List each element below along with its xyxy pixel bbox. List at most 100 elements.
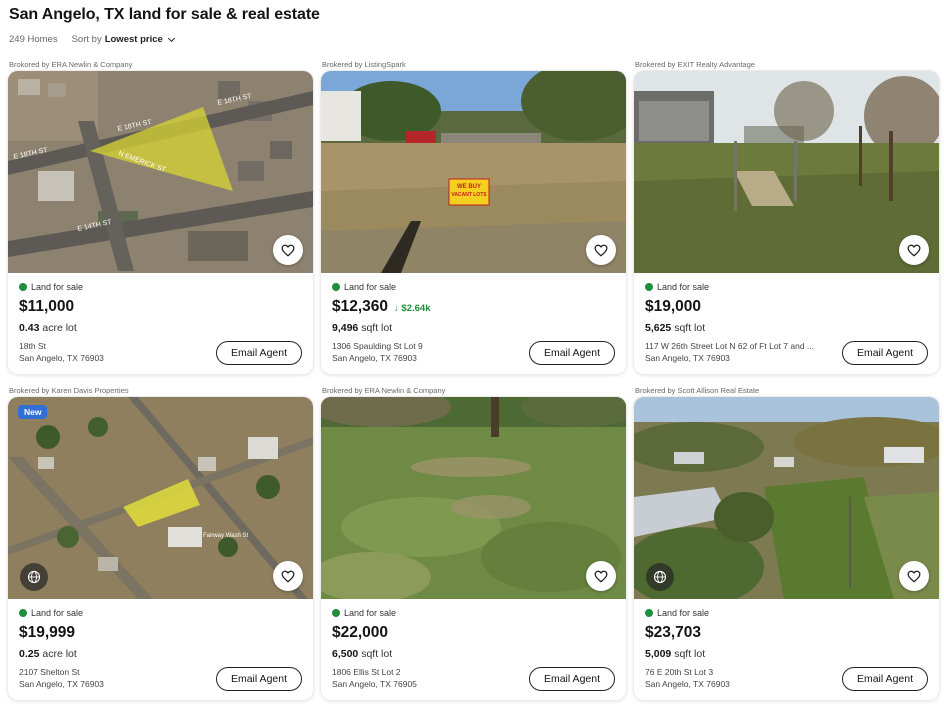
broker-label: Brokered by ERA Newlin & Company xyxy=(322,386,446,395)
listing-info: Land for sale $22,000 6,500 sqft lot 180… xyxy=(321,599,626,700)
broker-label: Brokered by Karen Davis Properties xyxy=(9,386,129,395)
favorite-button[interactable] xyxy=(273,235,303,265)
status-label: Land for sale xyxy=(31,608,84,618)
email-agent-button[interactable]: Email Agent xyxy=(529,341,615,365)
heart-outline-icon xyxy=(594,244,608,256)
favorite-button[interactable] xyxy=(586,235,616,265)
lot-value: 5,009 xyxy=(645,648,672,660)
address-line-1[interactable]: 18th St xyxy=(19,340,201,352)
address-line-1[interactable]: 2107 Shelton St xyxy=(19,666,201,678)
heart-outline-icon xyxy=(907,570,921,582)
listing-grid: Brokored by ERA Newlin & Company E 18TH … xyxy=(8,58,939,700)
drone-neighborhood-photo xyxy=(634,397,939,599)
lot-unit: sqft lot xyxy=(361,648,393,660)
price-row: $19,000 xyxy=(645,298,928,316)
sort-dropdown[interactable]: Sort by Lowest price xyxy=(71,34,175,45)
sign-line: WE BUY xyxy=(457,184,481,190)
address-line-1[interactable]: 76 E 20th St Lot 3 xyxy=(645,666,827,678)
lot-value: 6,500 xyxy=(332,648,359,660)
address-line-2[interactable]: San Angelo, TX 76903 xyxy=(19,352,201,364)
status-label: Land for sale xyxy=(344,608,397,618)
page-title: San Angelo, TX land for sale & real esta… xyxy=(9,6,320,23)
aerial-parcel-photo: Fairway Wash St xyxy=(8,397,313,599)
green-dot-icon xyxy=(19,283,27,291)
globe-button[interactable] xyxy=(20,563,48,591)
lot-size: 6,500 sqft lot xyxy=(332,648,615,660)
status-label: Land for sale xyxy=(657,282,710,292)
lot-size: 0.43 acre lot xyxy=(19,322,302,334)
listing-status: Land for sale xyxy=(645,607,928,619)
listing-price: $11,000 xyxy=(19,298,75,315)
listing-card[interactable]: E 18TH ST E 18TH ST E 18TH ST N EMERICK … xyxy=(8,71,313,374)
email-agent-button[interactable]: Email Agent xyxy=(216,341,302,365)
listing-status: Land for sale xyxy=(19,607,302,619)
address-line-1[interactable]: 117 W 26th Street Lot N 62 of Ft Lot 7 a… xyxy=(645,340,827,352)
status-label: Land for sale xyxy=(31,282,84,292)
listing-photo[interactable]: E 18TH ST E 18TH ST E 18TH ST N EMERICK … xyxy=(8,71,313,273)
listing-photo[interactable] xyxy=(634,397,939,599)
lot-value: 5,625 xyxy=(645,322,672,334)
listing-price: $19,999 xyxy=(19,624,76,641)
favorite-button[interactable] xyxy=(899,561,929,591)
listing-card[interactable]: Fairway Wash St New Land for sale $19,99… xyxy=(8,397,313,700)
lot-size: 0.25 acre lot xyxy=(19,648,302,660)
heart-outline-icon xyxy=(281,244,295,256)
lot-unit: sqft lot xyxy=(361,322,393,334)
address-line-2[interactable]: San Angelo, TX 76903 xyxy=(645,352,827,364)
lot-unit: sqft lot xyxy=(674,648,706,660)
heart-outline-icon xyxy=(907,244,921,256)
green-dot-icon xyxy=(332,283,340,291)
listing-photo[interactable] xyxy=(321,397,626,599)
globe-icon xyxy=(27,570,41,584)
sort-value: Lowest price xyxy=(104,34,163,45)
address-line-2[interactable]: San Angelo, TX 76903 xyxy=(332,352,514,364)
listing-price: $12,360 xyxy=(332,298,389,315)
listing-price: $19,000 xyxy=(645,298,702,315)
listing-photo[interactable]: Fairway Wash St New xyxy=(8,397,313,599)
lot-size: 5,625 sqft lot xyxy=(645,322,928,334)
email-agent-button[interactable]: Email Agent xyxy=(216,667,302,691)
price-row: $11,000 xyxy=(19,298,302,316)
listing-info: Land for sale $19,999 0.25 acre lot 2107… xyxy=(8,599,313,700)
sort-label: Sort by xyxy=(71,34,102,45)
price-row: $22,000 xyxy=(332,624,615,642)
green-dot-icon xyxy=(332,609,340,617)
lot-unit: acre lot xyxy=(42,648,77,660)
listing-photo[interactable]: WE BUY VACANT LOTS xyxy=(321,71,626,273)
listing-card[interactable]: WE BUY VACANT LOTS Land for sale $12,360… xyxy=(321,71,626,374)
price-row: $19,999 xyxy=(19,624,302,642)
address-line-2[interactable]: San Angelo, TX 76903 xyxy=(645,678,827,690)
heart-outline-icon xyxy=(594,570,608,582)
email-agent-button[interactable]: Email Agent xyxy=(842,341,928,365)
address-line-1[interactable]: 1806 Ellis St Lot 2 xyxy=(332,666,514,678)
email-agent-button[interactable]: Email Agent xyxy=(529,667,615,691)
listing-cell: Brokered by Scott Allison Real Estate La… xyxy=(634,384,939,700)
results-count: 249 Homes xyxy=(9,34,58,45)
price-row: $12,360 ↓ $2.64k xyxy=(332,298,615,316)
favorite-button[interactable] xyxy=(899,235,929,265)
address-line-1[interactable]: 1306 Spaulding St Lot 9 xyxy=(332,340,514,352)
listing-card[interactable]: Land for sale $22,000 6,500 sqft lot 180… xyxy=(321,397,626,700)
listing-cell: Brokered by EXIT Realty Advantage Land f… xyxy=(634,58,939,374)
lot-value: 9,496 xyxy=(332,322,359,334)
email-agent-button[interactable]: Email Agent xyxy=(842,667,928,691)
globe-button[interactable] xyxy=(646,563,674,591)
listing-card[interactable]: Land for sale $23,703 5,009 sqft lot 76 … xyxy=(634,397,939,700)
favorite-button[interactable] xyxy=(586,561,616,591)
listing-status: Land for sale xyxy=(19,281,302,293)
address-line-2[interactable]: San Angelo, TX 76905 xyxy=(332,678,514,690)
address-line-2[interactable]: San Angelo, TX 76903 xyxy=(19,678,201,690)
sign-line: VACANT LOTS xyxy=(451,192,487,198)
listing-price: $22,000 xyxy=(332,624,389,641)
green-dot-icon xyxy=(645,283,653,291)
listing-card[interactable]: Land for sale $19,000 5,625 sqft lot 117… xyxy=(634,71,939,374)
listing-status: Land for sale xyxy=(645,281,928,293)
listing-info: Land for sale $23,703 5,009 sqft lot 76 … xyxy=(634,599,939,700)
favorite-button[interactable] xyxy=(273,561,303,591)
listing-photo[interactable] xyxy=(634,71,939,273)
heart-outline-icon xyxy=(281,570,295,582)
brush-field-photo xyxy=(321,397,626,599)
new-badge: New xyxy=(18,405,48,419)
listing-cell: Brokored by ERA Newlin & Company E 18TH … xyxy=(8,58,313,374)
aerial-street-photo: E 18TH ST E 18TH ST E 18TH ST N EMERICK … xyxy=(8,71,313,273)
